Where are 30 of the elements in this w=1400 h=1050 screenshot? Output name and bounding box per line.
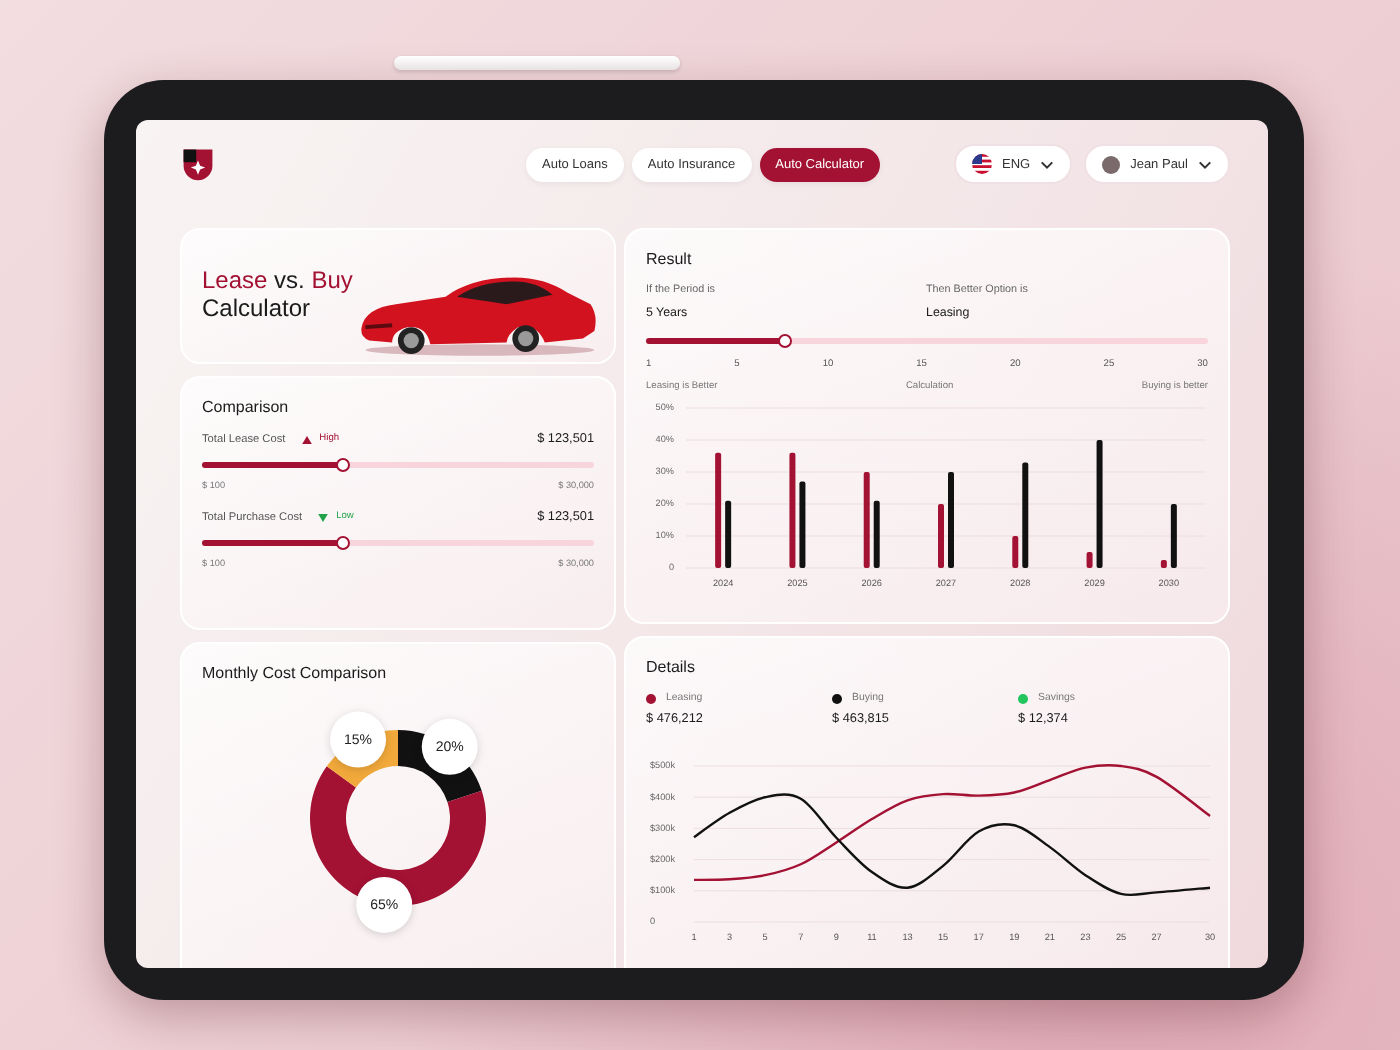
caret-icon: [1198, 159, 1212, 169]
bar: [1170, 504, 1177, 568]
caret-icon: [1040, 159, 1055, 169]
bar: [725, 500, 732, 568]
bar: [1022, 462, 1029, 568]
card-title: Result: [646, 250, 694, 268]
slider-thumb[interactable]: [335, 457, 350, 471]
cost-slider[interactable]: [202, 462, 594, 468]
bar: [863, 472, 870, 568]
slider-thumb[interactable]: [778, 333, 793, 347]
bar: [873, 500, 880, 568]
bar: [1086, 552, 1093, 568]
flag-icon: [971, 154, 992, 174]
card-title: Monthly Cost Comparison: [202, 664, 389, 682]
bar: [938, 504, 944, 568]
bar: [948, 472, 954, 568]
bar: [1012, 536, 1019, 568]
cost-slider[interactable]: [202, 540, 594, 546]
slider-thumb[interactable]: [335, 535, 350, 549]
avatar: [1102, 155, 1121, 173]
bar: [715, 452, 722, 568]
bar: [799, 481, 806, 568]
bar: [1096, 440, 1103, 568]
page-title: Lease vs. Buy Calculator: [202, 268, 353, 324]
card-title: Details: [646, 658, 697, 676]
logo-icon: [180, 146, 216, 182]
bar: [1160, 560, 1167, 568]
card-title: Comparison: [202, 398, 291, 416]
period-slider[interactable]: [646, 338, 1208, 344]
bar: [789, 452, 796, 568]
